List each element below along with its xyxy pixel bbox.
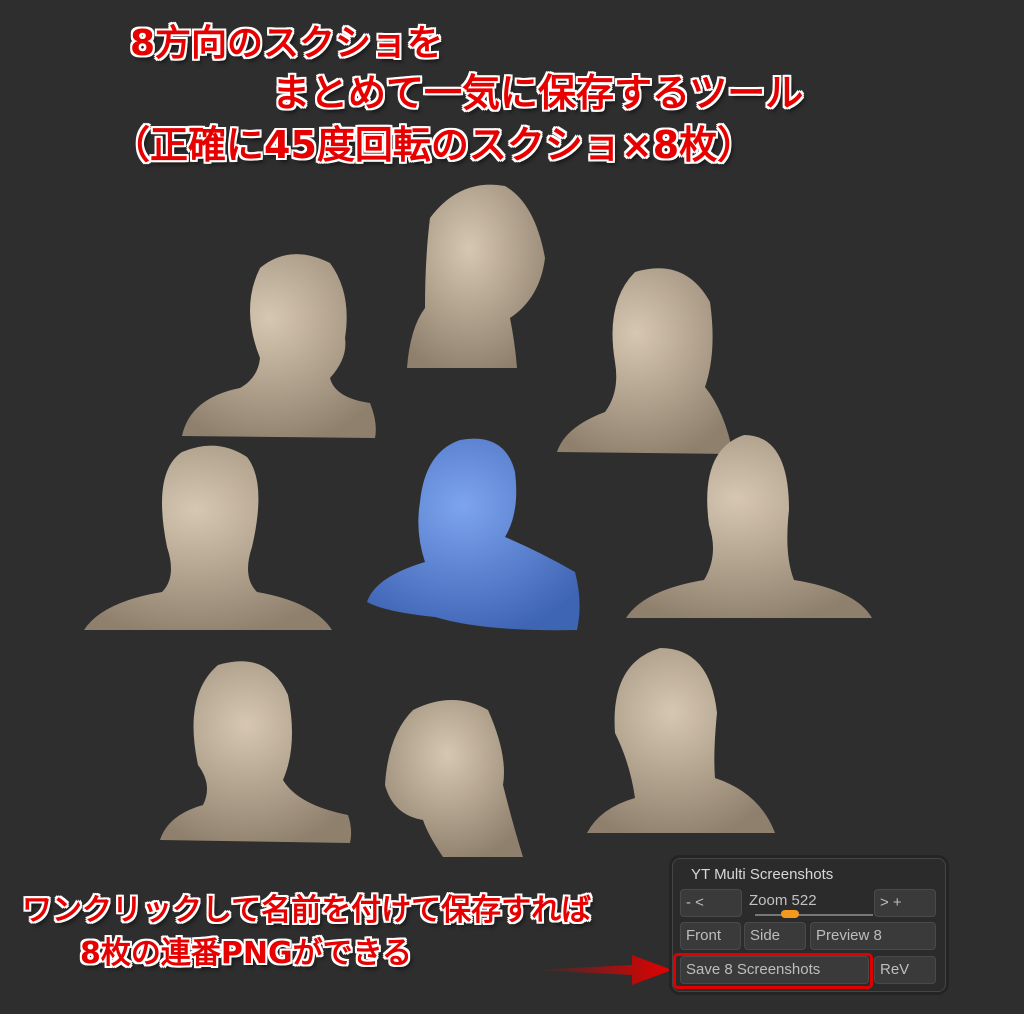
head-three-quarter-back-left xyxy=(587,648,775,833)
zoom-out-button[interactable]: - < xyxy=(680,889,742,917)
panel-title: YT Multi Screenshots xyxy=(691,866,834,883)
head-selected-blue[interactable] xyxy=(365,432,583,634)
head-three-quarter-left xyxy=(160,661,352,843)
zoom-label: Zoom xyxy=(749,892,788,909)
zoom-slider-handle[interactable] xyxy=(781,910,799,918)
caption-line-1: ワンクリックして名前を付けて保存すれば xyxy=(22,893,592,928)
head-three-quarter-right xyxy=(182,254,376,438)
headline-line-3: （正確に45度回転のスクショ×8枚） xyxy=(112,123,756,167)
head-profile-right xyxy=(407,184,545,368)
headline-line-1: 8方向のスクショを xyxy=(130,23,444,64)
zoom-slider-track[interactable] xyxy=(755,914,873,916)
head-three-quarter-back-right xyxy=(557,268,733,454)
save-button-highlight xyxy=(673,953,873,989)
headline-line-2: まとめて一気に保存するツール xyxy=(272,71,804,115)
zoom-in-button[interactable]: > + xyxy=(874,889,936,917)
caption-line-2: 8枚の連番PNGができる xyxy=(80,936,412,971)
front-button[interactable]: Front xyxy=(680,922,741,950)
side-button[interactable]: Side xyxy=(744,922,806,950)
rev-button[interactable]: ReV xyxy=(874,956,936,984)
red-arrow-icon xyxy=(532,955,672,985)
head-back xyxy=(626,435,872,618)
zoom-value: 522 xyxy=(791,892,817,909)
preview-8-button[interactable]: Preview 8 xyxy=(810,922,936,950)
zoom-slider-label: Zoom 522 xyxy=(749,892,817,909)
head-profile-left xyxy=(385,700,523,857)
head-front xyxy=(84,445,332,630)
